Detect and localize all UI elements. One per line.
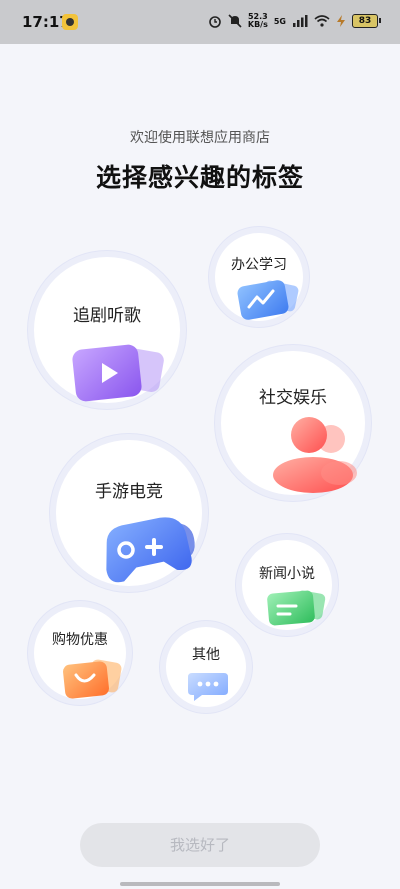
signal-icon	[293, 15, 308, 27]
tag-label: 办公学习	[231, 257, 287, 273]
alarm-icon	[209, 16, 221, 28]
mute-icon	[228, 14, 242, 28]
tag-drama-music[interactable]: 追剧听歌	[34, 257, 180, 403]
news-book-icon	[267, 590, 326, 626]
app-notification-icon	[62, 14, 78, 30]
tag-news-novels[interactable]: 新闻小说	[242, 540, 332, 630]
page-title: 选择感兴趣的标签	[95, 163, 304, 192]
wifi-icon	[314, 15, 330, 27]
shopping-bag-icon	[63, 659, 122, 699]
tag-social-entertainment[interactable]: 社交娱乐	[221, 351, 365, 495]
status-bar: 17:17 52.3 KB/s 5G 83	[0, 0, 400, 44]
chat-more-icon	[188, 673, 228, 701]
tag-label: 其他	[192, 647, 220, 663]
user-avatar-icon	[273, 417, 357, 493]
status-icons: 52.3 KB/s 5G 83	[208, 13, 381, 29]
tag-mobile-esports[interactable]: 手游电竞	[56, 440, 202, 586]
gamepad-icon	[106, 517, 195, 583]
net-speed-unit: KB/s	[247, 20, 268, 29]
chart-folder-icon	[237, 280, 299, 320]
tag-label: 追剧听歌	[73, 306, 141, 326]
tag-label: 购物优惠	[52, 632, 108, 648]
confirm-selection-button[interactable]: 我选好了	[80, 823, 320, 867]
battery-indicator: 83	[352, 14, 381, 28]
home-indicator[interactable]	[120, 882, 280, 886]
welcome-text: 欢迎使用联想应用商店	[130, 130, 270, 146]
tag-other[interactable]: 其他	[166, 627, 246, 707]
tag-shopping-deals[interactable]: 购物优惠	[34, 607, 126, 699]
tag-office-study[interactable]: 办公学习	[215, 233, 303, 321]
tag-label: 手游电竞	[95, 482, 163, 502]
tag-label: 社交娱乐	[259, 388, 327, 408]
network-type: 5G	[273, 16, 286, 26]
tag-label: 新闻小说	[259, 566, 315, 582]
charging-icon	[337, 15, 345, 27]
play-video-icon	[72, 344, 164, 402]
net-speed: 52.3 KB/s	[248, 13, 268, 29]
